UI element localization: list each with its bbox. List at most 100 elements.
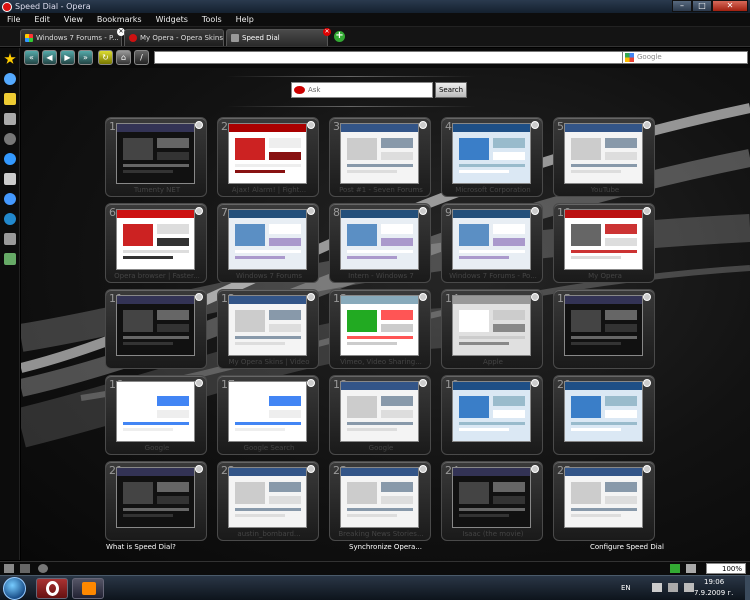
new-tab-button[interactable]: + — [334, 31, 345, 42]
menu-file[interactable]: File — [0, 15, 27, 24]
speed-dial-6[interactable]: 6 Opera browser | Faster... — [105, 203, 207, 283]
dial-reload-icon[interactable] — [531, 207, 539, 215]
close-button[interactable]: ✕ — [712, 0, 748, 12]
speed-dial-1[interactable]: 1 Tumenty NET — [105, 117, 207, 197]
reload-button[interactable]: ↻ — [98, 50, 113, 65]
dial-reload-icon[interactable] — [307, 293, 315, 301]
dial-thumbnail[interactable] — [564, 467, 643, 528]
dial-thumbnail[interactable] — [228, 381, 307, 442]
clock-date[interactable]: 7.9.2009 г. — [694, 589, 733, 597]
speed-dial-2[interactable]: 2 Ajax! Alarm! | Fight... — [217, 117, 319, 197]
links-icon[interactable] — [4, 133, 16, 145]
speed-dial-13[interactable]: 13Vimeo, Video Sharing... — [329, 289, 431, 369]
dial-reload-icon[interactable] — [307, 379, 315, 387]
panel-icon[interactable] — [4, 253, 16, 265]
speed-dial-24[interactable]: 24Isaac (the movie) — [441, 461, 543, 541]
search-input[interactable]: Google — [622, 51, 748, 64]
clock-time[interactable]: 19:06 — [704, 578, 724, 586]
dial-thumbnail[interactable] — [564, 295, 643, 356]
dial-reload-icon[interactable] — [643, 293, 651, 301]
dial-reload-icon[interactable] — [195, 121, 203, 129]
speed-dial-19[interactable]: 19 — [441, 375, 543, 455]
dial-reload-icon[interactable] — [643, 465, 651, 473]
dial-reload-icon[interactable] — [419, 293, 427, 301]
dial-reload-icon[interactable] — [531, 121, 539, 129]
show-desktop-button[interactable] — [745, 576, 750, 600]
menu-bookmarks[interactable]: Bookmarks — [90, 15, 149, 24]
zoom-control[interactable]: 100% — [706, 563, 746, 574]
network-icon[interactable] — [20, 564, 30, 573]
menu-view[interactable]: View — [57, 15, 90, 24]
notes-icon[interactable] — [4, 93, 16, 105]
maximize-button[interactable]: □ — [692, 0, 712, 12]
dial-thumbnail[interactable] — [340, 381, 419, 442]
home-button[interactable]: ⌂ — [116, 50, 131, 65]
dial-thumbnail[interactable] — [228, 295, 307, 356]
speed-dial-18[interactable]: 18Google — [329, 375, 431, 455]
dial-thumbnail[interactable] — [228, 467, 307, 528]
edit-button[interactable]: / — [134, 50, 149, 65]
dial-reload-icon[interactable] — [307, 207, 315, 215]
dial-thumbnail[interactable] — [116, 209, 195, 270]
view-icon[interactable] — [670, 564, 680, 573]
dial-thumbnail[interactable] — [452, 209, 531, 270]
ask-search-input[interactable]: Ask — [291, 82, 433, 98]
speed-dial-4[interactable]: 4 Microsoft Corporation — [441, 117, 543, 197]
speed-dial-8[interactable]: 8 Intern - Windows 7 — [329, 203, 431, 283]
forward-button[interactable]: ▶ — [60, 50, 75, 65]
dial-reload-icon[interactable] — [195, 379, 203, 387]
bookmarks-star-icon[interactable] — [4, 53, 16, 64]
speed-dial-22[interactable]: 22austin_bombard... — [217, 461, 319, 541]
unite-icon[interactable] — [38, 564, 48, 573]
settings-icon[interactable] — [4, 564, 14, 573]
dial-thumbnail[interactable] — [452, 381, 531, 442]
dial-thumbnail[interactable] — [564, 123, 643, 184]
speed-dial-17[interactable]: 17Google Search — [217, 375, 319, 455]
dial-reload-icon[interactable] — [419, 121, 427, 129]
dial-reload-icon[interactable] — [643, 207, 651, 215]
dial-reload-icon[interactable] — [643, 379, 651, 387]
speed-dial-14[interactable]: 14Apple — [441, 289, 543, 369]
speed-dial-25[interactable]: 25 — [553, 461, 655, 541]
dial-reload-icon[interactable] — [195, 293, 203, 301]
dial-thumbnail[interactable] — [340, 467, 419, 528]
tab-speed-dial[interactable]: Speed Dial ✕ — [226, 28, 331, 46]
back-button[interactable]: ◀ — [42, 50, 57, 65]
speed-dial-16[interactable]: 16Google — [105, 375, 207, 455]
dial-reload-icon[interactable] — [195, 465, 203, 473]
speed-dial-12[interactable]: 12My Opera Skins | Video — [217, 289, 319, 369]
speed-dial-21[interactable]: 21 — [105, 461, 207, 541]
minimize-button[interactable]: – — [672, 0, 692, 12]
fastforward-button[interactable]: » — [78, 50, 93, 65]
speed-dial-10[interactable]: 10My Opera — [553, 203, 655, 283]
language-indicator[interactable]: EN — [621, 584, 631, 592]
speed-dial-15[interactable]: 15 — [553, 289, 655, 369]
history-globe-icon[interactable] — [4, 153, 16, 165]
dial-reload-icon[interactable] — [643, 121, 651, 129]
taskbar-opera-icon[interactable] — [36, 578, 68, 599]
dial-reload-icon[interactable] — [419, 207, 427, 215]
start-button[interactable] — [3, 577, 26, 600]
speed-dial-5[interactable]: 5 YouTube — [553, 117, 655, 197]
images-icon[interactable] — [686, 564, 696, 573]
dial-thumbnail[interactable] — [564, 381, 643, 442]
speed-dial-11[interactable]: 11 — [105, 289, 207, 369]
downloads-icon[interactable] — [4, 113, 16, 125]
dial-thumbnail[interactable] — [340, 209, 419, 270]
windows-icon[interactable] — [4, 173, 16, 185]
info-icon[interactable] — [4, 213, 16, 225]
dial-reload-icon[interactable] — [419, 465, 427, 473]
tab-myopera[interactable]: My Opera - Opera Skins — [124, 29, 224, 46]
taskbar-media-player-icon[interactable] — [72, 578, 104, 599]
dial-thumbnail[interactable] — [452, 123, 531, 184]
volume-icon[interactable] — [684, 583, 694, 592]
search-icon[interactable] — [4, 233, 16, 245]
menu-help[interactable]: Help — [229, 15, 261, 24]
dial-thumbnail[interactable] — [340, 123, 419, 184]
flag-icon[interactable] — [652, 583, 662, 592]
dial-thumbnail[interactable] — [116, 467, 195, 528]
dial-thumbnail[interactable] — [116, 295, 195, 356]
network-tray-icon[interactable] — [668, 583, 678, 592]
dial-reload-icon[interactable] — [307, 121, 315, 129]
tab-close-icon[interactable]: ✕ — [323, 28, 331, 36]
